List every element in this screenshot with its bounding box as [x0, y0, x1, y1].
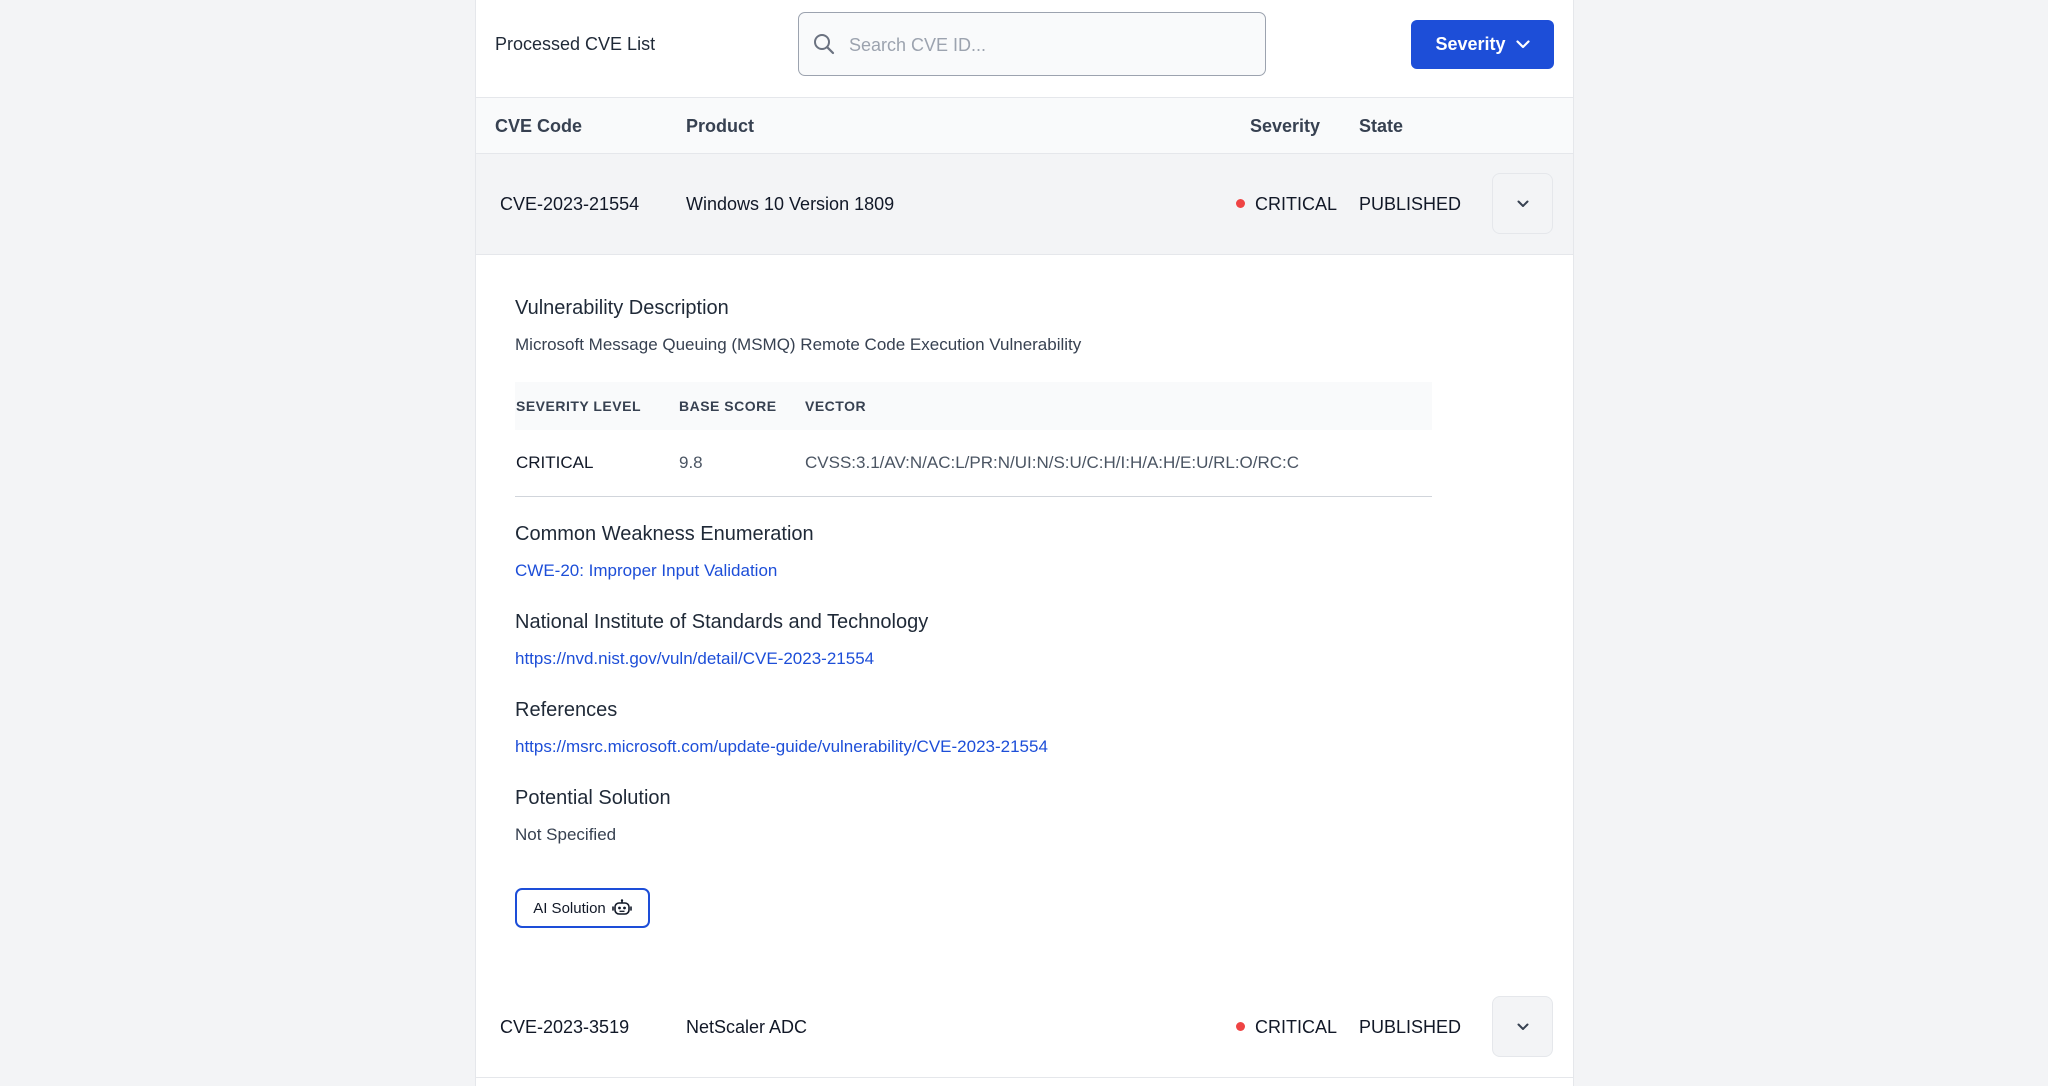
metrics-base-score: 9.8 [679, 453, 703, 472]
toolbar: Processed CVE List Severity [476, 0, 1573, 98]
page-title: Processed CVE List [495, 34, 656, 54]
nist-link[interactable]: https://nvd.nist.gov/vuln/detail/CVE-202… [515, 649, 874, 669]
column-header-product: Product [686, 116, 755, 136]
solution-text: Not Specified [515, 825, 617, 844]
table-header: CVE Code Product Severity State [476, 98, 1573, 154]
metrics-header-vector: VECTOR [805, 398, 867, 414]
ai-solution-button[interactable]: AI Solution [515, 888, 650, 928]
cwe-link[interactable]: CWE-20: Improper Input Validation [515, 561, 777, 581]
description-text: Microsoft Message Queuing (MSMQ) Remote … [515, 335, 1082, 354]
ai-solution-label: AI Solution [533, 899, 606, 917]
references-link[interactable]: https://msrc.microsoft.com/update-guide/… [515, 737, 1048, 757]
chevron-down-icon [1517, 200, 1528, 207]
severity-filter-label: Severity [1435, 34, 1506, 54]
robot-icon [611, 899, 632, 915]
severity-dot [1236, 1022, 1245, 1031]
chevron-down-icon [1517, 1023, 1528, 1030]
nist-title: National Institute of Standards and Tech… [515, 611, 929, 633]
search-box[interactable] [798, 12, 1266, 76]
metrics-header: SEVERITY LEVEL BASE SCORE VECTOR [515, 382, 1432, 430]
metrics-header-base-score: BASE SCORE [679, 398, 777, 414]
chevron-down-icon [1515, 40, 1530, 49]
metrics-vector: CVSS:3.1/AV:N/AC:L/PR:N/UI:N/S:U/C:H/I:H… [805, 453, 1300, 472]
state-value: PUBLISHED [1359, 194, 1462, 214]
column-header-severity: Severity [1250, 116, 1321, 136]
column-header-state: State [1359, 116, 1404, 136]
severity-value: CRITICAL [1255, 1017, 1338, 1037]
row-toggle-button[interactable] [1492, 173, 1553, 234]
cvss-metrics-table: SEVERITY LEVEL BASE SCORE VECTOR CRITICA… [515, 382, 1432, 497]
row-toggle-button[interactable] [1492, 996, 1553, 1057]
cve-details-panel: Vulnerability Description Microsoft Mess… [476, 255, 1573, 977]
references-title: References [515, 699, 618, 721]
cve-code: CVE-2023-3519 [500, 1017, 630, 1037]
metrics-header-severity-level: SEVERITY LEVEL [516, 398, 641, 414]
table-row[interactable]: CVE-2023-21554 Windows 10 Version 1809 C… [476, 154, 1573, 255]
product-name: NetScaler ADC [686, 1017, 808, 1037]
search-icon [814, 34, 835, 55]
cwe-title: Common Weakness Enumeration [515, 523, 814, 545]
severity-value: CRITICAL [1255, 194, 1338, 214]
search-input[interactable] [847, 23, 1251, 67]
table-row[interactable]: CVE-2023-3519 NetScaler ADC CRITICAL PUB… [476, 977, 1573, 1078]
product-name: Windows 10 Version 1809 [686, 194, 895, 214]
severity-filter-button[interactable]: Severity [1411, 20, 1554, 69]
cve-list-panel: Processed CVE List Severity CVE Code Pro… [475, 0, 1574, 1086]
column-header-cve-code: CVE Code [495, 116, 583, 136]
severity-dot [1236, 199, 1245, 208]
metrics-severity-level: CRITICAL [516, 453, 594, 472]
cve-code: CVE-2023-21554 [500, 194, 640, 214]
solution-title: Potential Solution [515, 787, 671, 809]
description-title: Vulnerability Description [515, 297, 729, 319]
state-value: PUBLISHED [1359, 1017, 1462, 1037]
